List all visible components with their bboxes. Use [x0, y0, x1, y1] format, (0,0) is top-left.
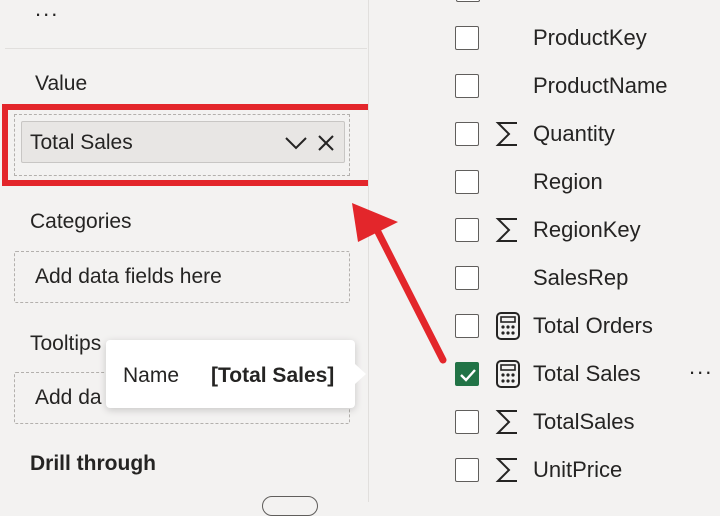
field-checkbox[interactable] — [455, 218, 479, 242]
field-checkbox[interactable] — [455, 170, 479, 194]
categories-section-label: Categories — [30, 210, 132, 233]
tooltip-value: [Total Sales] — [211, 364, 335, 387]
sigma-icon — [495, 456, 521, 484]
field-checkbox[interactable] — [455, 362, 479, 386]
sigma-icon — [495, 408, 521, 436]
tooltip-pointer — [355, 364, 366, 384]
field-name: Total Sales — [533, 361, 641, 386]
drill-through-label: Drill through — [30, 452, 156, 475]
field-name: ProductKey — [533, 25, 647, 50]
field-checkbox[interactable] — [455, 266, 479, 290]
tooltip-key: Name — [123, 364, 180, 387]
field-row[interactable]: Quantity — [455, 114, 720, 154]
calculator-icon — [495, 312, 521, 340]
close-icon[interactable] — [316, 133, 336, 158]
categories-drop-well[interactable]: Add data fields here — [14, 251, 350, 303]
field-name: TotalSales — [533, 409, 635, 434]
field-checkbox[interactable] — [455, 74, 479, 98]
calculator-icon — [495, 360, 521, 388]
field-row[interactable]: Total Sales... — [455, 354, 720, 394]
field-checkbox[interactable] — [455, 314, 479, 338]
field-checkbox[interactable] — [455, 26, 479, 50]
divider — [5, 48, 367, 49]
field-row[interactable]: SalesRep — [455, 258, 720, 298]
field-row[interactable]: ProductName — [455, 66, 720, 106]
field-name: UnitPrice — [533, 457, 623, 482]
field-row[interactable]: UnitPrice — [455, 450, 720, 490]
field-row[interactable]: Region — [455, 162, 720, 202]
sigma-icon — [495, 216, 521, 244]
field-row[interactable]: Total Orders — [455, 306, 720, 346]
field-name: Region — [533, 169, 603, 194]
field-name: RegionKey — [533, 217, 641, 242]
field-checkbox[interactable] — [455, 410, 479, 434]
field-tooltip: Name [Total Sales] — [106, 340, 355, 408]
field-checkbox[interactable] — [455, 122, 479, 146]
drill-through-toggle[interactable] — [262, 496, 318, 516]
value-field-pill[interactable]: Total Sales — [21, 121, 345, 163]
field-name: Total Orders — [533, 313, 653, 338]
tooltips-placeholder: Add da — [35, 386, 102, 409]
field-row[interactable]: TotalSales — [455, 402, 720, 442]
field-row[interactable]: ProductKey — [455, 18, 720, 58]
value-field-name: Total Sales — [30, 131, 133, 154]
field-more-options-button[interactable]: ... — [689, 354, 713, 380]
tooltips-section-label: Tooltips — [30, 332, 102, 355]
partial-checkbox[interactable] — [456, 0, 480, 2]
sigma-icon — [495, 120, 521, 148]
more-options-button[interactable]: ... — [35, 0, 59, 22]
field-row[interactable]: RegionKey — [455, 210, 720, 250]
categories-placeholder: Add data fields here — [35, 265, 222, 288]
field-name: Quantity — [533, 121, 615, 146]
field-checkbox[interactable] — [455, 458, 479, 482]
field-name: ProductName — [533, 73, 668, 98]
field-name: SalesRep — [533, 265, 629, 290]
chevron-down-icon[interactable] — [284, 133, 308, 158]
value-section-label: Value — [35, 72, 88, 95]
